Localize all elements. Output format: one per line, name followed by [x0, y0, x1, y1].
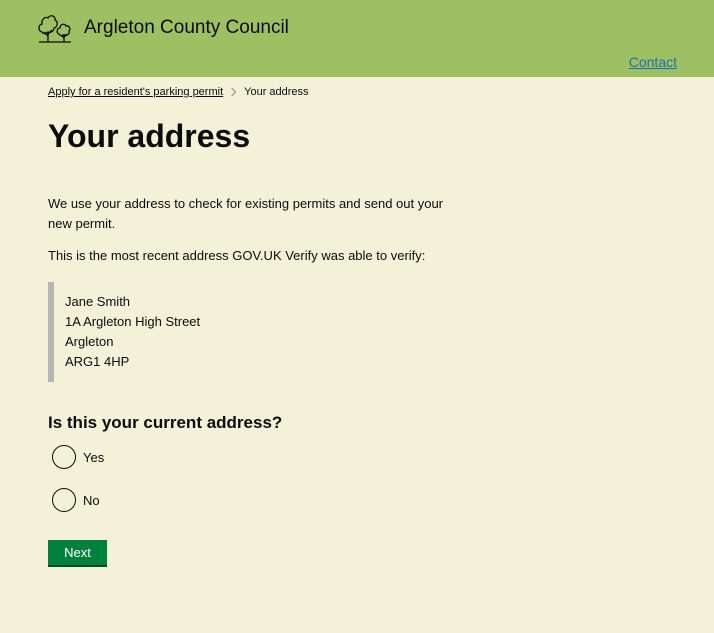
radio-no-input[interactable]	[52, 488, 76, 512]
intro-text: We use your address to check for existin…	[48, 196, 444, 231]
breadcrumb: Apply for a resident's parking permit Yo…	[48, 77, 714, 107]
address-line-postcode: ARG1 4HP	[65, 354, 130, 369]
radio-option-no[interactable]: No	[48, 488, 714, 512]
breadcrumb-parent-link[interactable]: Apply for a resident's parking permit	[48, 86, 223, 98]
org-name: Argleton County Council	[84, 17, 289, 38]
radio-option-yes[interactable]: Yes	[48, 445, 714, 469]
verify-note: This is the most recent address GOV.UK V…	[48, 248, 426, 263]
trees-icon	[37, 12, 73, 44]
radio-yes-label[interactable]: Yes	[83, 450, 104, 465]
question-heading: Is this your current address?	[48, 413, 283, 432]
chevron-right-icon	[227, 87, 237, 97]
logo[interactable]: Argleton County Council	[37, 12, 289, 44]
radio-no-label[interactable]: No	[83, 493, 100, 508]
address-line-street: 1A Argleton High Street	[65, 314, 201, 329]
site-header: Argleton County Council Contact	[0, 0, 714, 77]
breadcrumb-current: Your address	[244, 86, 309, 98]
address-line-name: Jane Smith	[65, 294, 131, 309]
radio-yes-input[interactable]	[52, 445, 76, 469]
address-inset: Jane Smith 1A Argleton High Street Argle…	[48, 282, 365, 382]
page-title: Your address	[48, 118, 251, 154]
main-content: Apply for a resident's parking permit Yo…	[0, 77, 714, 565]
contact-link[interactable]: Contact	[629, 54, 677, 70]
next-button[interactable]: Next	[48, 540, 107, 565]
address-line-town: Argleton	[65, 334, 114, 349]
